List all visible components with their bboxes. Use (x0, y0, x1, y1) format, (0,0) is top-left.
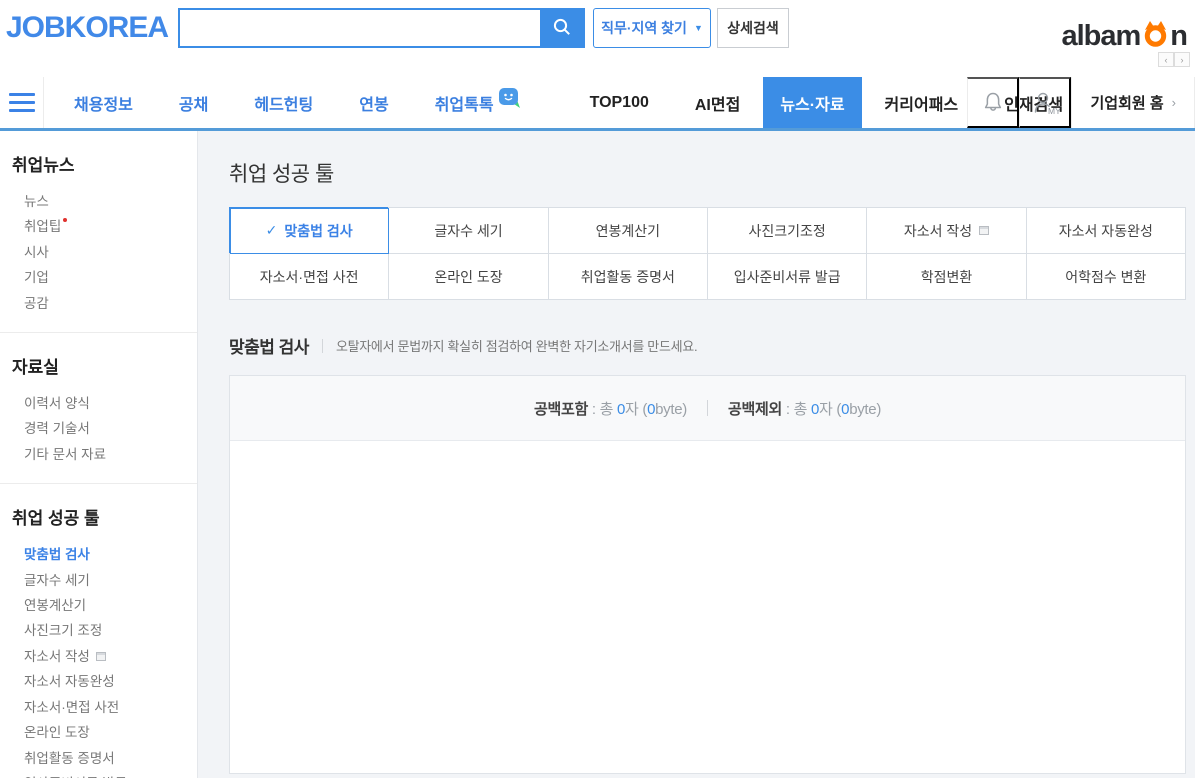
sidebar-news-list: 뉴스 취업팁 시사 기업 공감 (12, 189, 185, 316)
albamon-logo[interactable]: albam n (1061, 16, 1188, 56)
new-badge-dot (63, 218, 68, 223)
sidebar-item[interactable]: 자소서 작성 (12, 644, 185, 669)
tool-tab[interactable]: 어학점수 변환 (1026, 254, 1186, 300)
external-link-icon (95, 651, 106, 661)
sidebar-item[interactable]: 기타 문서 자료 (12, 442, 185, 467)
top-header: JOBKOREA 직무·지역 찾기 ▼ 상세검색 albam n ‹ › (0, 0, 1195, 77)
tool-tab[interactable]: 자소서 자동완성 (1026, 208, 1186, 254)
brand-carousel: ‹ › (1158, 52, 1190, 67)
carousel-next-button[interactable]: › (1174, 52, 1190, 67)
nav-item-headhunting[interactable]: 헤드헌팅 (231, 77, 336, 128)
nav-item-job-talk[interactable]: 취업톡톡 (412, 77, 545, 128)
sidebar-item[interactable]: 글자수 세기 (12, 568, 185, 593)
sidebar-item[interactable]: 취업팁 (12, 214, 185, 239)
sidebar-title-library[interactable]: 자료실 (12, 353, 185, 378)
search-input[interactable] (180, 10, 540, 46)
sidebar-item[interactable]: 시사 (12, 240, 185, 265)
nav-item-career-path[interactable]: 커리어패스 (862, 77, 982, 128)
tool-header: 맞춤법 검사 오탈자에서 문법까지 확실히 점검하여 완벽한 자기소개서를 만드… (229, 333, 1195, 358)
biz-member-home-link[interactable]: 기업회원 홈 › (1071, 77, 1194, 128)
detail-search-button[interactable]: 상세검색 (717, 8, 789, 48)
sidebar-section-news: 취업뉴스 뉴스 취업팁 시사 기업 공감 (0, 131, 197, 334)
nav-item-ai-interview[interactable]: AI면접 (672, 77, 763, 128)
nav-utility: MY 기업회원 홈 › (967, 77, 1195, 128)
sidebar-item[interactable]: 자소서 자동완성 (12, 669, 185, 694)
tool-tab-grid: ✓ 맞춤법 검사 글자수 세기 연봉계산기 사진크기조정 자소서 작성 자소서 자… (229, 207, 1186, 300)
sidebar-tools-list: 맞춤법 검사 글자수 세기 연봉계산기 사진크기 조정 자소서 작성 자소서 자… (12, 542, 185, 778)
tool-tab[interactable]: 자소서·면접 사전 (230, 254, 390, 300)
my-label: MY (1048, 106, 1060, 116)
tool-tab[interactable]: 글자수 세기 (389, 208, 549, 254)
divider (321, 338, 323, 353)
carousel-prev-button[interactable]: ‹ (1158, 52, 1174, 67)
caret-down-icon: ▼ (693, 23, 703, 33)
sidebar-item[interactable]: 경력 기술서 (12, 416, 185, 441)
nav-item-salary[interactable]: 연봉 (336, 77, 411, 128)
tool-tab[interactable]: 온라인 도장 (389, 254, 549, 300)
sidebar-item[interactable]: 공감 (12, 291, 185, 316)
sidebar-item[interactable]: 기업 (12, 265, 185, 290)
search-box (178, 8, 585, 48)
chevron-right-icon: › (1171, 95, 1176, 110)
check-icon: ✓ (265, 222, 278, 238)
sidebar-item[interactable]: 자소서·면접 사전 (12, 695, 185, 720)
sidebar-item[interactable]: 취업활동 증명서 (12, 746, 185, 771)
tool-description: 오탈자에서 문법까지 확실히 점검하여 완벽한 자기소개서를 만드세요. (335, 339, 698, 354)
tool-tab[interactable]: 사진크기조정 (707, 208, 868, 254)
search-button[interactable] (540, 10, 583, 46)
search-icon (552, 17, 572, 40)
job-area-finder-button[interactable]: 직무·지역 찾기 ▼ (593, 8, 711, 48)
user-my-icon[interactable]: MY (1019, 77, 1072, 128)
tool-tab[interactable]: 자소서 작성 (867, 208, 1027, 254)
sidebar-item[interactable]: 온라인 도장 (12, 720, 185, 745)
sidebar-section-tools: 취업 성공 툴 맞춤법 검사 글자수 세기 연봉계산기 사진크기 조정 자소서 … (0, 484, 197, 778)
jobkorea-logo[interactable]: JOBKOREA (6, 11, 169, 45)
page-title: 취업 성공 툴 (229, 163, 334, 186)
sidebar-item[interactable]: 연봉계산기 (12, 593, 185, 618)
global-nav: 채용정보 공채 헤드헌팅 연봉 취업톡톡 TOP100 AI면접 뉴스·자료 커… (0, 77, 1195, 131)
nav-item-news-data[interactable]: 뉴스·자료 (763, 77, 862, 128)
albamon-monster-icon (1140, 16, 1170, 56)
tool-tab[interactable]: 취업활동 증명서 (548, 254, 708, 300)
sidebar-title-tools[interactable]: 취업 성공 툴 (12, 504, 185, 529)
nav-item-top100[interactable]: TOP100 (567, 77, 672, 128)
chat-bubble-icon (498, 87, 522, 114)
tool-tab[interactable]: 학점변환 (867, 254, 1027, 300)
divider (707, 400, 708, 416)
tool-name: 맞춤법 검사 (229, 338, 309, 357)
spellcheck-panel: 공백포함 : 총 0자 (0byte) 공백제외 : 총 0자 (0byte) (229, 375, 1186, 774)
hamburger-menu-icon[interactable] (0, 77, 44, 128)
main-content: 취업 성공 툴 ✓ 맞춤법 검사 글자수 세기 연봉계산기 사진크기조정 자소서 … (198, 131, 1195, 778)
tool-tab[interactable]: 연봉계산기 (548, 208, 708, 254)
nav-item-recruit-info[interactable]: 채용정보 (51, 77, 156, 128)
external-link-icon (979, 226, 990, 235)
editor-area (230, 441, 1185, 773)
count-include-spaces: 공백포함 : 총 0자 (0byte) (533, 400, 687, 418)
count-exclude-spaces: 공백제외 : 총 0자 (0byte) (728, 400, 882, 418)
sidebar: 취업뉴스 뉴스 취업팁 시사 기업 공감 자료실 이력서 양식 경력 기술서 기… (0, 131, 198, 778)
nav-menu: 채용정보 공채 헤드헌팅 연봉 취업톡톡 TOP100 AI면접 뉴스·자료 커… (44, 77, 1086, 128)
spellcheck-textarea[interactable] (230, 441, 1185, 773)
sidebar-section-library: 자료실 이력서 양식 경력 기술서 기타 문서 자료 (0, 333, 197, 485)
tool-tab[interactable]: 입사준비서류 발급 (707, 254, 868, 300)
nav-item-open-recruit[interactable]: 공채 (156, 77, 231, 128)
sidebar-item[interactable]: 입사준비서류 발급 (12, 771, 185, 778)
sidebar-item[interactable]: 사진크기 조정 (12, 618, 185, 643)
sidebar-library-list: 이력서 양식 경력 기술서 기타 문서 자료 (12, 391, 185, 467)
sidebar-item[interactable]: 맞춤법 검사 (12, 542, 185, 567)
sidebar-item[interactable]: 뉴스 (12, 189, 185, 214)
tool-tab[interactable]: ✓ 맞춤법 검사 (230, 208, 390, 254)
sidebar-item[interactable]: 이력서 양식 (12, 391, 185, 416)
notification-bell-icon[interactable] (967, 77, 1020, 128)
char-count-bar: 공백포함 : 총 0자 (0byte) 공백제외 : 총 0자 (0byte) (230, 376, 1185, 441)
sidebar-title-news[interactable]: 취업뉴스 (12, 151, 185, 176)
